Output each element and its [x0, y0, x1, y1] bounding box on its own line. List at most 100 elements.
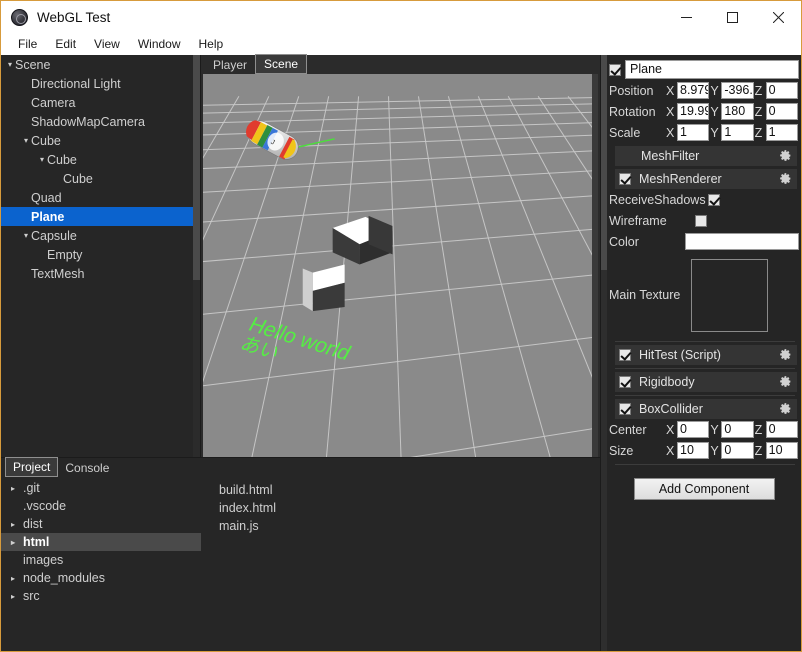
inspector-panel: Plane Position X 8.979 Y -396. Z 0 Rotation X 19.… — [600, 55, 801, 651]
project-folder-item[interactable]: ▸ dist — [1, 515, 201, 533]
gear-icon[interactable] — [779, 402, 792, 415]
hierarchy-item-label: Plane — [31, 209, 65, 224]
meshrenderer-enabled-checkbox[interactable] — [619, 173, 631, 185]
maximize-button[interactable] — [709, 1, 755, 33]
tab-project[interactable]: Project — [5, 457, 59, 477]
disclosure-triangle-icon[interactable]: ▾ — [21, 226, 31, 245]
disclosure-triangle-icon[interactable]: ▸ — [11, 592, 23, 601]
menu-item-view[interactable]: View — [85, 35, 129, 53]
gear-icon[interactable] — [779, 348, 792, 361]
collider-z-input[interactable]: 10 — [765, 442, 798, 459]
project-folder-item[interactable]: ▸ src — [1, 587, 201, 605]
main-texture-slot[interactable] — [691, 258, 768, 332]
hierarchy-item[interactable]: ▸Cube — [1, 169, 200, 188]
transform-y-input[interactable]: 180 — [721, 103, 754, 120]
hittest-enabled-checkbox[interactable] — [619, 349, 631, 361]
component-header-hittest[interactable]: HitTest (Script) — [615, 345, 797, 365]
gear-icon[interactable] — [779, 172, 792, 185]
axis-x-label: X — [666, 422, 675, 437]
hierarchy-item[interactable]: ▾ Cube — [1, 150, 200, 169]
transform-y-input[interactable]: -396. — [721, 82, 754, 99]
hierarchy-item[interactable]: ▾ Scene — [1, 55, 200, 74]
collider-y-input[interactable]: 0 — [721, 442, 754, 459]
menu-item-file[interactable]: File — [9, 35, 46, 53]
component-header-boxcollider[interactable]: BoxCollider — [615, 399, 797, 419]
scene-canvas[interactable]: J Hello world あい — [203, 74, 598, 457]
tab-scene[interactable]: Scene — [255, 54, 308, 74]
color-swatch[interactable] — [684, 233, 799, 250]
transform-x-input[interactable]: 8.979 — [677, 82, 710, 99]
transform-x-input[interactable]: 19.99 — [677, 103, 710, 120]
boxcollider-enabled-checkbox[interactable] — [619, 403, 631, 415]
project-file-item[interactable]: index.html — [219, 501, 600, 519]
collider-row-label: Size — [609, 443, 634, 458]
project-file-item[interactable]: main.js — [219, 519, 600, 537]
add-component-button[interactable]: Add Component — [633, 478, 775, 500]
menu-item-edit[interactable]: Edit — [46, 35, 85, 53]
hierarchy-item-label: Empty — [47, 247, 83, 262]
hierarchy-scrollbar[interactable] — [193, 55, 200, 457]
receive-shadows-checkbox[interactable] — [707, 193, 720, 206]
menu-item-help[interactable]: Help — [190, 35, 233, 53]
add-component-row: Add Component — [609, 478, 799, 500]
project-folder-label: images — [23, 553, 64, 567]
inspector-scrollbar[interactable] — [601, 55, 607, 651]
transform-z-input[interactable]: 0 — [765, 82, 798, 99]
component-header-rigidbody[interactable]: Rigidbody — [615, 372, 797, 392]
object-name-input[interactable]: Plane — [625, 60, 799, 79]
project-tabs: Project Console — [1, 457, 600, 477]
gear-icon[interactable] — [779, 375, 792, 388]
disclosure-triangle-icon[interactable]: ▸ — [11, 484, 23, 493]
disclosure-triangle-icon[interactable]: ▸ — [11, 520, 23, 529]
component-header-meshrenderer[interactable]: MeshRenderer — [615, 169, 797, 189]
viewport-scrollbar[interactable] — [592, 74, 598, 457]
menu-item-window[interactable]: Window — [129, 35, 190, 53]
collider-y-input[interactable]: 0 — [721, 421, 754, 438]
hierarchy-item[interactable]: ▸Directional Light — [1, 74, 200, 93]
hierarchy-item[interactable]: ▸Empty — [1, 245, 200, 264]
hierarchy-item-label: Quad — [31, 190, 62, 205]
object-enabled-checkbox[interactable] — [609, 63, 621, 76]
disclosure-triangle-icon[interactable]: ▾ — [37, 150, 47, 169]
hierarchy-item[interactable]: ▸Camera — [1, 93, 200, 112]
project-file-item[interactable]: build.html — [219, 483, 600, 501]
gear-icon[interactable] — [779, 149, 792, 162]
hierarchy-item[interactable]: ▸ShadowMapCamera — [1, 112, 200, 131]
hierarchy-item[interactable]: ▸Quad — [1, 188, 200, 207]
component-header-meshfilter[interactable]: MeshFilter — [615, 146, 797, 166]
transform-y-input[interactable]: 1 — [721, 124, 754, 141]
disclosure-triangle-icon[interactable]: ▸ — [11, 538, 23, 547]
minimize-button[interactable] — [663, 1, 709, 33]
hierarchy-item[interactable]: ▾ Capsule — [1, 226, 200, 245]
project-folder-item[interactable]: ▸images — [1, 551, 201, 569]
project-folder-item[interactable]: ▸ html — [1, 533, 201, 551]
hierarchy-scrollbar-thumb[interactable] — [193, 55, 200, 281]
project-folder-item[interactable]: ▸ .git — [1, 479, 201, 497]
wireframe-checkbox[interactable] — [695, 214, 707, 227]
transform-x-input[interactable]: 1 — [677, 124, 710, 141]
collider-x-input[interactable]: 0 — [677, 421, 710, 438]
hierarchy-item[interactable]: ▸TextMesh — [1, 264, 200, 283]
axis-z-label: Z — [754, 125, 763, 140]
close-button[interactable] — [755, 1, 801, 33]
disclosure-triangle-icon[interactable]: ▾ — [21, 131, 31, 150]
color-label: Color — [609, 234, 639, 249]
project-folder-item[interactable]: ▸.vscode — [1, 497, 201, 515]
disclosure-triangle-icon[interactable]: ▾ — [5, 55, 15, 74]
collider-z-input[interactable]: 0 — [765, 421, 798, 438]
hierarchy-item[interactable]: ▸Plane — [1, 207, 200, 226]
disclosure-triangle-icon[interactable]: ▸ — [11, 574, 23, 583]
main-texture-row: Main Texture — [609, 252, 799, 338]
collider-x-input[interactable]: 10 — [677, 442, 710, 459]
hierarchy-item[interactable]: ▾ Cube — [1, 131, 200, 150]
inspector-scrollbar-thumb[interactable] — [601, 55, 607, 270]
tab-player[interactable]: Player — [205, 56, 255, 74]
tab-console[interactable]: Console — [58, 459, 116, 477]
project-folder-label: .vscode — [23, 499, 67, 513]
rigidbody-enabled-checkbox[interactable] — [619, 376, 631, 388]
project-folder-item[interactable]: ▸ node_modules — [1, 569, 201, 587]
transform-z-input[interactable]: 0 — [765, 103, 798, 120]
transform-z-input[interactable]: 1 — [765, 124, 798, 141]
wireframe-label: Wireframe — [609, 213, 667, 228]
top-row: ▾Scene▸Directional Light▸Camera▸ShadowMa… — [1, 54, 600, 457]
